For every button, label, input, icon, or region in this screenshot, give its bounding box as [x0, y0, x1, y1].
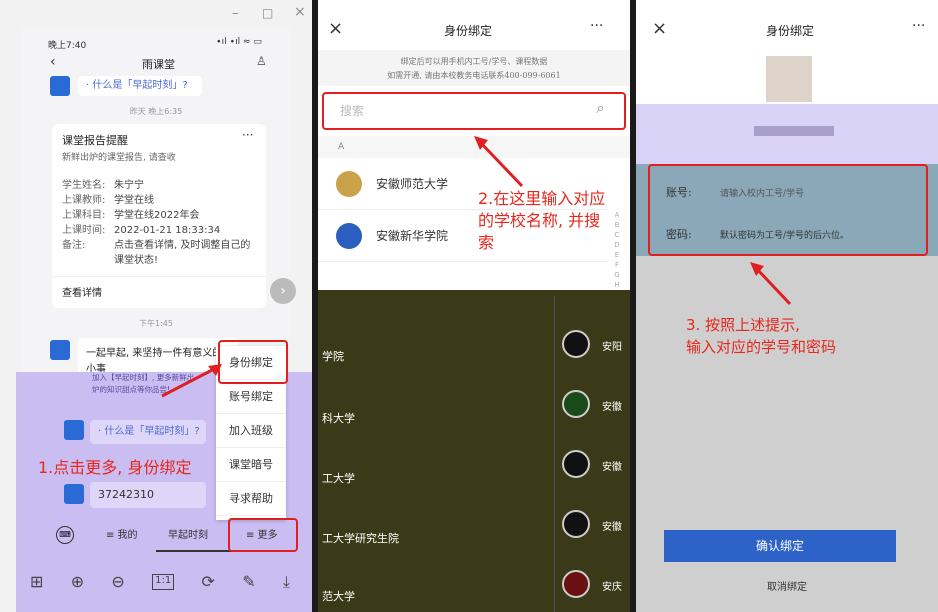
chat-bubble-question[interactable]: · 什么是「早起时刻」? — [90, 420, 206, 444]
school-name: 安徽新华学院 — [376, 229, 449, 243]
minimize-icon[interactable]: – — [232, 6, 239, 21]
zoom-in-icon[interactable]: ⊕ — [71, 572, 84, 600]
app-title: 雨课堂 — [142, 58, 175, 71]
school-name: 安徽 — [602, 522, 622, 533]
annotation-arrow — [161, 364, 222, 398]
chat-bubble-question[interactable]: · 什么是「早起时刻」? — [78, 76, 202, 96]
bot-avatar — [50, 340, 70, 360]
maximize-icon[interactable]: □ — [262, 6, 273, 20]
field-label: 备注: — [62, 240, 86, 251]
step3-annotation-line1: 3. 按照上述提示, — [686, 316, 800, 334]
timestamp: 昨天 晚上6:35 — [129, 107, 183, 116]
step1-annotation: 1.点击更多, 身份绑定 — [38, 458, 192, 477]
school-logo — [766, 56, 812, 102]
tab-morning[interactable]: 早起时刻 — [168, 526, 208, 541]
status-time: 晚上7:40 — [48, 41, 87, 51]
field-value: 2022-01-21 18:33:34 — [114, 225, 221, 236]
field-value: 学堂在线 — [114, 195, 154, 206]
menu-item-join-class[interactable]: 加入班级 — [216, 414, 286, 448]
status-icons: ∙ıl ∙ıl ≈ ▭ — [216, 37, 262, 47]
tab-mine[interactable]: ≡ 我的 — [106, 526, 138, 541]
school-logo-icon — [562, 330, 590, 358]
timestamp: 下午1:45 — [139, 319, 173, 328]
panel-rain-classroom-chat: – □ × 晚上7:40 ∙ıl ∙ıl ≈ ▭ ‹ 雨课堂 ♙ · 什么是「早… — [0, 0, 312, 612]
highlight-box — [648, 164, 928, 256]
rotate-icon[interactable]: ⟳ — [202, 572, 215, 600]
menu-item-class-code[interactable]: 课堂暗号 — [216, 448, 286, 482]
highlight-box — [228, 518, 298, 552]
profile-icon[interactable]: ♙ — [256, 54, 267, 68]
school-name: 安庆 — [602, 582, 622, 593]
card-subtitle: 新鲜出炉的课堂报告, 请查收 — [62, 153, 176, 163]
view-details-link[interactable]: 查看详情 — [62, 284, 102, 299]
info-banner: 绑定后可以用手机内工号/学号、课程数据 如需开通, 请由本校教务电话联系400-… — [318, 50, 630, 86]
chat-bubble-number[interactable]: 37242310 — [90, 482, 206, 508]
more-icon[interactable]: ··· — [242, 128, 253, 142]
school-logo-icon — [562, 510, 590, 538]
page-title: 身份绑定 — [766, 24, 815, 38]
field-value: 学堂在线2022年会 — [114, 210, 200, 221]
step2-annotation: 2.在这里输入对应的学校名称, 并搜索 — [478, 189, 606, 252]
confirm-binding-button[interactable]: 确认绑定 — [664, 530, 896, 562]
actual-size-icon[interactable]: 1:1 — [152, 574, 175, 590]
panel-school-search: × 身份绑定 ··· 绑定后可以用手机内工号/学号、课程数据 如需开通, 请由本… — [318, 0, 630, 612]
school-name: 安徽师范大学 — [376, 177, 449, 191]
more-icon[interactable]: ··· — [590, 18, 603, 34]
bot-avatar — [64, 420, 84, 440]
field-label: 学生姓名: — [62, 180, 106, 191]
cancel-binding-link[interactable]: 取消绑定 — [636, 578, 938, 593]
info-text: 绑定后可以用手机内工号/学号、课程数据 — [400, 57, 548, 66]
card-title: 课堂报告提醒 — [62, 134, 128, 147]
menu-item-help[interactable]: 寻求帮助 — [216, 482, 286, 516]
panel-identity-binding: × 身份绑定 ··· 账号: 请输入校内工号/学号 密码: 默认密码为工号/学号… — [636, 0, 938, 612]
school-logo-icon — [562, 390, 590, 418]
field-value: 点击查看详情, 及时调整自己的课堂状态! — [114, 240, 251, 266]
bot-avatar — [64, 484, 84, 504]
school-name: 安阳 — [602, 342, 622, 353]
field-value: 朱宁宁 — [114, 180, 144, 191]
report-card[interactable]: 课堂报告提醒 ··· 新鲜出炉的课堂报告, 请查收 学生姓名: 朱宁宁 上课教师:… — [52, 124, 266, 308]
more-icon[interactable]: ··· — [912, 18, 925, 34]
field-label: 上课时间: — [62, 225, 106, 236]
field-label: 上课科目: — [62, 210, 106, 221]
school-logo-icon — [336, 222, 362, 249]
back-icon[interactable]: ‹ — [50, 54, 56, 70]
school-name: 范大学 — [322, 590, 355, 603]
close-icon[interactable]: × — [328, 18, 343, 39]
bot-avatar — [50, 76, 70, 96]
close-icon[interactable]: × — [652, 18, 667, 39]
school-name: 科大学 — [322, 412, 355, 425]
edit-icon[interactable]: ✎ — [242, 572, 255, 600]
highlight-box — [322, 92, 626, 130]
school-name: 工大学研究生院 — [322, 532, 399, 545]
desktop-titlebar: – □ × — [0, 0, 312, 30]
school-name-blurred — [754, 126, 834, 136]
school-logo-icon — [336, 170, 362, 197]
zoom-out-icon[interactable]: ⊖ — [111, 572, 124, 600]
next-arrow-icon[interactable]: › — [270, 278, 296, 304]
school-logo-icon — [562, 570, 590, 598]
page-title: 身份绑定 — [444, 24, 493, 38]
invite-text: 一起早起, 来坚持一件有意义的 — [86, 348, 223, 359]
school-logo-icon — [562, 450, 590, 478]
annotation-arrow — [750, 262, 792, 306]
annotation-arrow — [474, 136, 524, 188]
purple-overlay — [636, 104, 938, 164]
card-details: 学生姓名: 朱宁宁 上课教师: 学堂在线 上课科目: 学堂在线2022年会 上课时间:… — [62, 178, 258, 268]
school-name: 工大学 — [322, 472, 355, 485]
field-label: 上课教师: — [62, 195, 106, 206]
close-icon[interactable]: × — [294, 4, 306, 20]
dark-overlay: 学院 科大学 工大学 工大学研究生院 范大学 安阳 安徽 安徽 安徽 安庆 — [318, 290, 630, 612]
school-name: 学院 — [322, 350, 344, 363]
school-name: 安徽 — [602, 462, 622, 473]
keyboard-icon[interactable]: ⌨ — [56, 526, 74, 544]
viewer-toolbar: ⊞ ⊕ ⊖ 1:1 ⟳ ✎ ⤓ — [30, 572, 290, 600]
download-icon[interactable]: ⤓ — [283, 572, 290, 600]
info-text: 如需开通, 请由本校教务电话联系400-099-6061 — [387, 71, 561, 80]
grid-icon[interactable]: ⊞ — [30, 572, 43, 600]
step3-annotation-line2: 输入对应的学号和密码 — [686, 338, 837, 356]
school-name: 安徽 — [602, 402, 622, 413]
